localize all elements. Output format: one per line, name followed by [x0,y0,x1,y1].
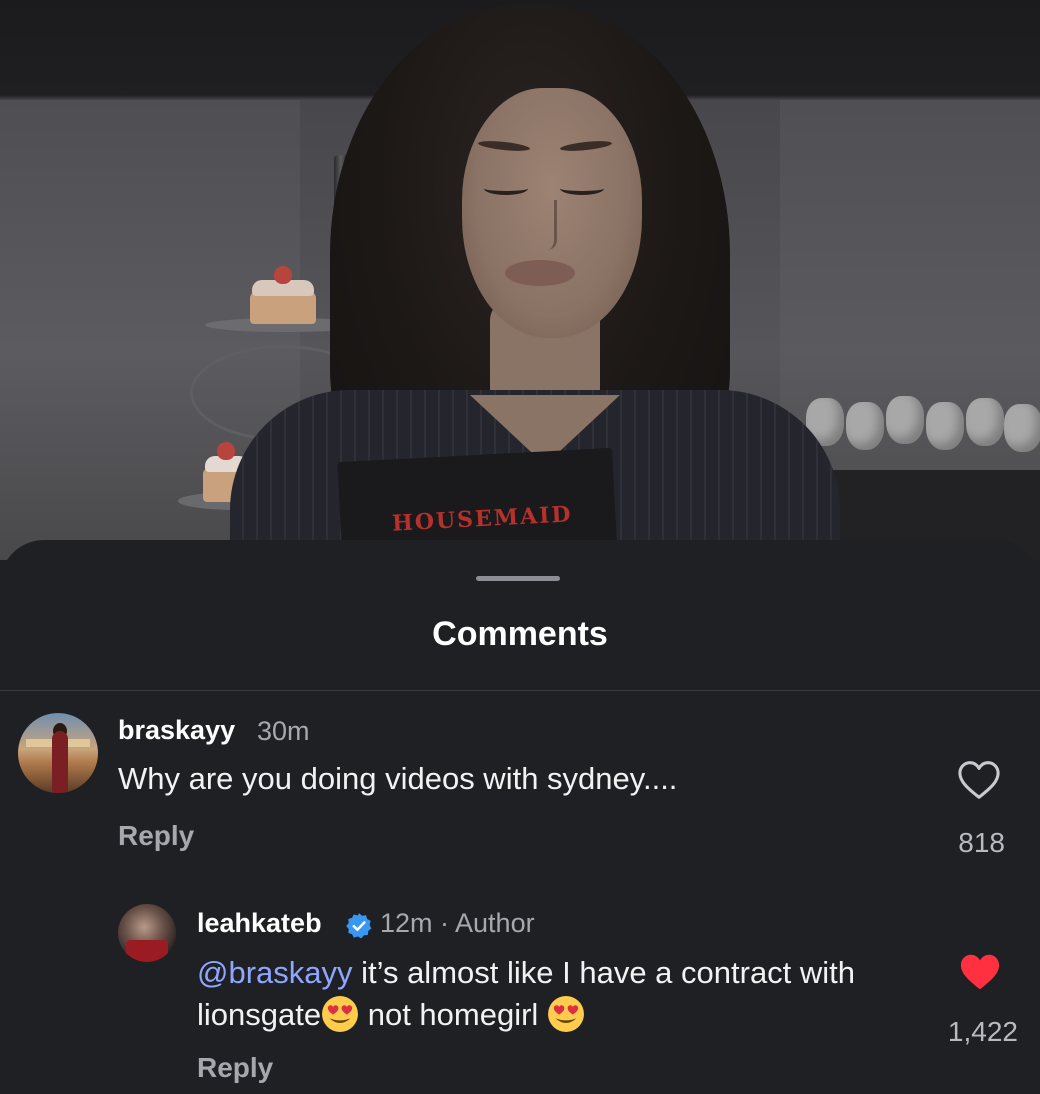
heart-eyes-emoji-icon [322,996,359,1032]
comments-sheet: Comments braskayy 30m Why are you doing … [0,540,1040,1094]
comment-username[interactable]: braskayy [118,715,235,746]
heart-outline-icon[interactable] [957,760,1001,800]
reply-button[interactable]: Reply [118,820,194,852]
comment-meta: 12m · Author [380,908,535,938]
flowers [800,390,1040,470]
comment-timestamp: 30m [257,716,310,746]
cake [250,266,316,324]
sheet-title: Comments [432,615,608,653]
avatar[interactable] [18,713,98,793]
heart-eyes-emoji-icon [547,996,584,1032]
lips [505,260,575,286]
nose [532,200,557,250]
comment-username[interactable]: leahkateb [197,908,322,939]
verified-badge-icon [346,913,372,939]
reply-button[interactable]: Reply [197,1052,273,1084]
video-player[interactable]: HOUSEMAID [0,0,1040,560]
heart-filled-icon[interactable] [958,952,1002,992]
divider [0,690,1040,691]
like-count: 818 [958,827,1005,858]
sheet-drag-handle[interactable] [476,576,560,581]
like-count: 1,422 [947,1016,1018,1047]
comment-text: Why are you doing videos with sydney.... [118,761,678,796]
comment-text: @braskayy it’s almost like I have a cont… [197,952,917,1036]
eye [484,182,528,195]
mention-link[interactable]: @braskayy [197,955,353,990]
eye [560,182,604,195]
comment-text-part: not homegirl [359,997,547,1032]
avatar[interactable] [118,904,176,962]
